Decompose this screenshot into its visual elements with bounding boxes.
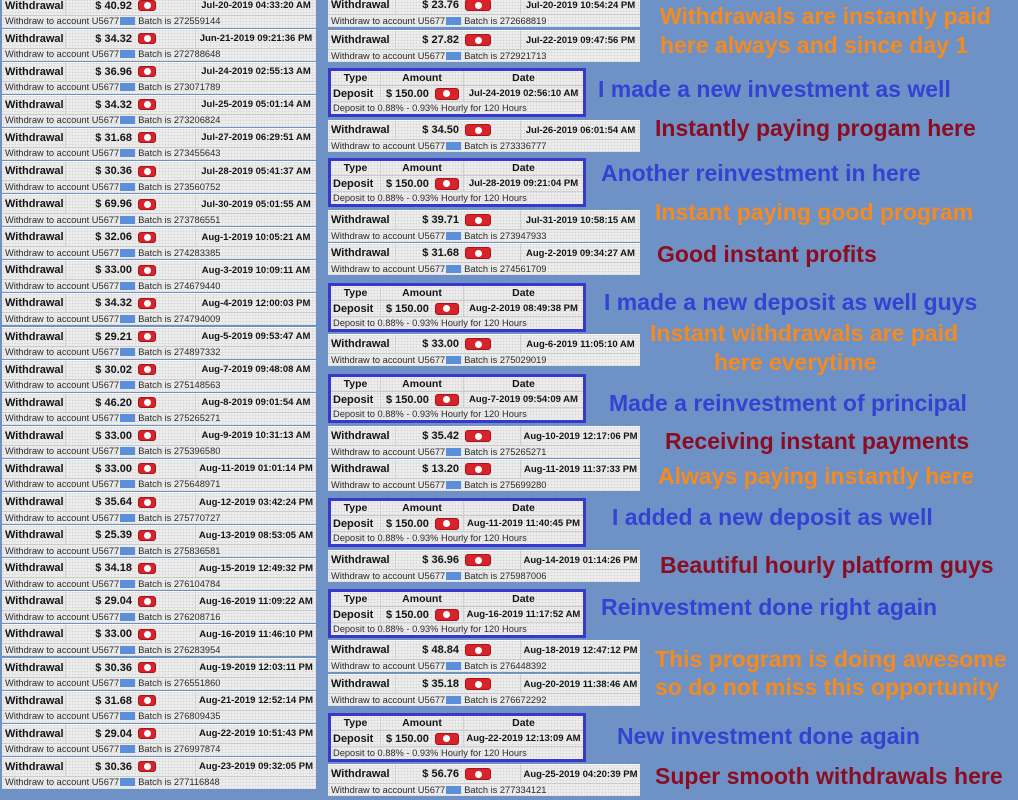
- annotation-text: Good instant profits: [657, 241, 877, 267]
- annotation-text: Another reinvestment in here: [601, 160, 921, 186]
- annotation-text: I made a new deposit as well guys: [604, 289, 978, 315]
- screenshot-canvas: { "colors": { "page_background": "#6e92c…: [0, 0, 1018, 800]
- annotation-text: Instantly paying progam here: [655, 115, 976, 141]
- annotation-text: Reinvestment done right again: [601, 594, 938, 620]
- annotation-text: I added a new deposit as well: [612, 504, 933, 530]
- annotation-text: so do not miss this opportunity: [655, 674, 999, 700]
- annotation-text: I made a new investment as well: [598, 76, 951, 102]
- annotation-text: here everytime: [714, 349, 877, 375]
- annotation-text: Always paying instantly here: [658, 463, 974, 489]
- annotation-text: Withdrawals are instantly paid: [660, 3, 991, 29]
- annotation-text: Beautiful hourly platform guys: [660, 552, 994, 578]
- annotation-text: Made a reinvestment of principal: [609, 390, 967, 416]
- annotation-text: New investment done again: [617, 723, 920, 749]
- annotation-layer: Withdrawals are instantly paid here alway…: [0, 0, 1018, 800]
- annotation-text: This program is doing awesome: [655, 646, 1007, 672]
- annotation-text: Instant withdrawals are paid: [650, 320, 959, 346]
- annotation-text: here always and since day 1: [660, 32, 969, 58]
- annotation-text: Receiving instant payments: [665, 428, 970, 454]
- annotation-text: Super smooth withdrawals here: [655, 763, 1003, 789]
- annotation-text: Instant paying good program: [655, 199, 974, 225]
